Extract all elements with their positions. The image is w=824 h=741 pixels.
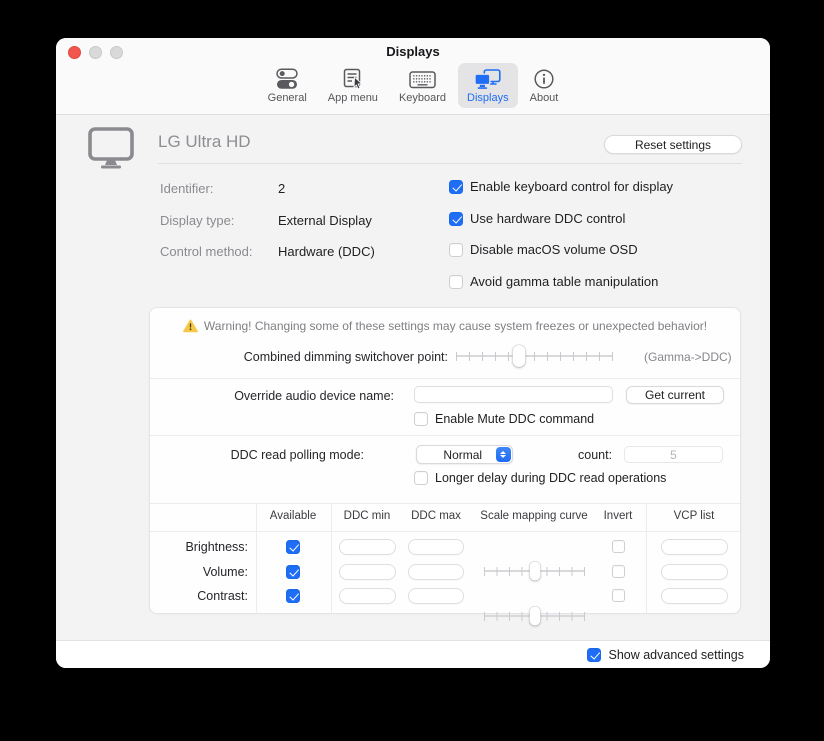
col-invert-header: Invert	[588, 510, 648, 522]
show-advanced-settings-label: Show advanced settings	[608, 648, 744, 662]
col-vcp-header: VCP list	[659, 510, 729, 522]
tab-about-label: About	[530, 92, 559, 104]
brightness-vcp-input[interactable]	[661, 539, 728, 555]
advanced-settings-panel: Warning! Changing some of these settings…	[149, 307, 741, 614]
dimming-suffix: (Gamma->DDC)	[644, 350, 732, 364]
tab-app-menu[interactable]: App menu	[319, 63, 387, 108]
identifier-label: Identifier:	[160, 181, 213, 196]
brightness-row-label: Brightness:	[150, 540, 248, 554]
enable-keyboard-control-label: Enable keyboard control for display	[470, 179, 673, 194]
chevron-up-down-icon	[496, 447, 511, 462]
dimming-switchover-slider[interactable]	[456, 344, 613, 368]
polling-count-input[interactable]	[624, 446, 723, 463]
contrast-available-checkbox[interactable]	[286, 589, 300, 603]
tab-keyboard-label: Keyboard	[399, 92, 446, 104]
section-divider	[150, 435, 740, 436]
reset-settings-button[interactable]: Reset settings	[604, 135, 742, 154]
contrast-ddc-max-input[interactable]	[408, 588, 464, 604]
col-curve-header: Scale mapping curve	[474, 510, 594, 522]
volume-available-checkbox[interactable]	[286, 565, 300, 579]
control-method-label: Control method:	[160, 244, 253, 259]
volume-curve-slider[interactable]	[484, 606, 585, 626]
tab-displays-label: Displays	[467, 92, 509, 104]
document-cursor-icon	[342, 67, 364, 91]
keyboard-icon	[409, 67, 436, 91]
enable-mute-ddc-label: Enable Mute DDC command	[435, 412, 594, 426]
column-divider	[256, 503, 257, 615]
window-title: Displays	[56, 44, 770, 59]
disable-osd-label: Disable macOS volume OSD	[470, 242, 638, 257]
avoid-gamma-checkbox[interactable]	[449, 275, 463, 289]
audio-device-name-input[interactable]	[414, 386, 613, 403]
column-divider	[646, 503, 647, 615]
col-ddc-min-header: DDC min	[332, 510, 402, 522]
tab-general-label: General	[268, 92, 307, 104]
brightness-ddc-min-input[interactable]	[339, 539, 396, 555]
volume-vcp-input[interactable]	[661, 564, 728, 580]
selected-polling-mode: Normal	[417, 448, 496, 462]
identifier-value: 2	[278, 181, 285, 196]
toolbar: General App menu	[56, 63, 770, 108]
slider-thumb[interactable]	[529, 607, 540, 626]
brightness-invert-checkbox[interactable]	[612, 540, 625, 553]
info-icon	[533, 67, 555, 91]
tab-keyboard[interactable]: Keyboard	[390, 63, 455, 108]
slider-thumb[interactable]	[512, 345, 525, 367]
warning-icon	[183, 319, 198, 333]
brightness-curve-slider[interactable]	[484, 561, 585, 581]
displays-icon	[474, 67, 501, 91]
window-chrome: Displays General	[56, 38, 770, 115]
monitor-icon	[88, 127, 134, 176]
footer-bar: Show advanced settings	[56, 640, 770, 668]
column-divider	[331, 503, 332, 615]
display-name: LG Ultra HD	[158, 132, 251, 152]
show-advanced-settings-checkbox[interactable]	[587, 648, 601, 662]
use-hardware-ddc-checkbox[interactable]	[449, 212, 463, 226]
tab-displays[interactable]: Displays	[458, 63, 518, 108]
section-divider	[150, 378, 740, 379]
slider-thumb[interactable]	[529, 562, 540, 581]
display-type-value: External Display	[278, 213, 372, 228]
dimming-switchover-label: Combined dimming switchover point:	[150, 350, 448, 364]
header-divider	[158, 163, 742, 164]
toggles-icon	[276, 67, 298, 91]
volume-row-label: Volume:	[150, 565, 248, 579]
contrast-ddc-min-input[interactable]	[339, 588, 396, 604]
col-available-header: Available	[258, 510, 328, 522]
tab-general[interactable]: General	[259, 63, 316, 108]
longer-delay-checkbox[interactable]	[414, 471, 428, 485]
get-current-button[interactable]: Get current	[626, 386, 724, 404]
contrast-row-label: Contrast:	[150, 589, 248, 603]
brightness-available-checkbox[interactable]	[286, 540, 300, 554]
tab-about[interactable]: About	[521, 63, 568, 108]
override-audio-label: Override audio device name:	[150, 389, 394, 403]
displays-preferences-window: Displays General	[56, 38, 770, 668]
disable-osd-checkbox[interactable]	[449, 243, 463, 257]
warning-text: Warning! Changing some of these settings…	[204, 319, 707, 333]
ddc-polling-mode-label: DDC read polling mode:	[150, 448, 364, 462]
use-hardware-ddc-label: Use hardware DDC control	[470, 211, 625, 226]
display-type-label: Display type:	[160, 213, 234, 228]
brightness-ddc-max-input[interactable]	[408, 539, 464, 555]
ddc-polling-mode-select[interactable]: Normal	[416, 445, 513, 464]
col-ddc-max-header: DDC max	[401, 510, 471, 522]
volume-ddc-min-input[interactable]	[339, 564, 396, 580]
contrast-vcp-input[interactable]	[661, 588, 728, 604]
table-header-divider	[150, 531, 740, 532]
tab-app-menu-label: App menu	[328, 92, 378, 104]
volume-ddc-max-input[interactable]	[408, 564, 464, 580]
longer-delay-label: Longer delay during DDC read operations	[435, 471, 666, 485]
count-label: count:	[578, 448, 612, 462]
displays-pane: LG Ultra HD Reset settings Identifier: 2…	[56, 115, 770, 640]
avoid-gamma-label: Avoid gamma table manipulation	[470, 274, 658, 289]
enable-mute-ddc-checkbox[interactable]	[414, 412, 428, 426]
contrast-invert-checkbox[interactable]	[612, 589, 625, 602]
section-divider	[150, 503, 740, 504]
volume-invert-checkbox[interactable]	[612, 565, 625, 578]
enable-keyboard-control-checkbox[interactable]	[449, 180, 463, 194]
control-method-value: Hardware (DDC)	[278, 244, 375, 259]
